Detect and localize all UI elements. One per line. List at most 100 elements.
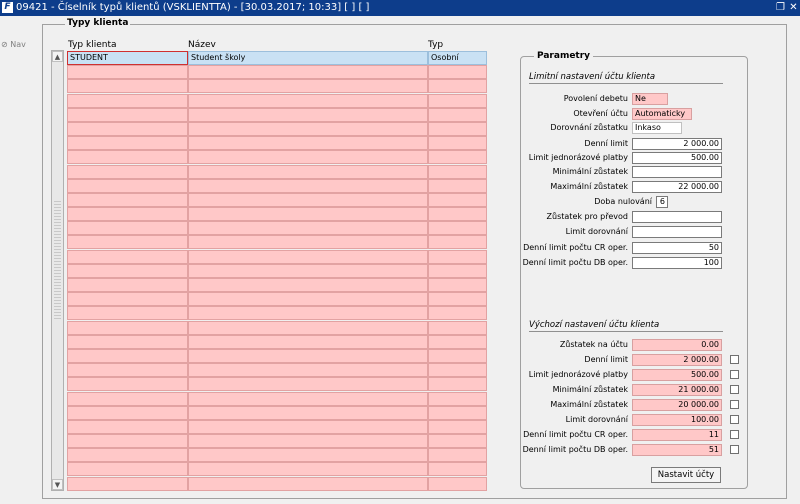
- name-cell[interactable]: [188, 178, 428, 193]
- type-code-cell[interactable]: [67, 334, 188, 349]
- table-row[interactable]: [67, 65, 487, 80]
- scroll-thumb[interactable]: [54, 201, 61, 321]
- name-cell[interactable]: [188, 419, 428, 434]
- type-cell[interactable]: [428, 235, 487, 250]
- name-cell[interactable]: [188, 405, 428, 420]
- type-code-cell[interactable]: [67, 164, 188, 179]
- table-row[interactable]: STUDENT Student školy Osobní: [67, 51, 487, 65]
- limits-field-input[interactable]: 50: [632, 242, 722, 254]
- name-cell[interactable]: [188, 192, 428, 207]
- type-cell[interactable]: [428, 391, 487, 406]
- type-cell[interactable]: [428, 462, 487, 477]
- apply-checkbox[interactable]: [730, 400, 739, 409]
- type-cell[interactable]: Osobní: [428, 51, 487, 65]
- defaults-field-input[interactable]: 0.00: [632, 339, 722, 351]
- table-row[interactable]: [67, 462, 487, 477]
- name-cell[interactable]: [188, 107, 428, 122]
- name-cell[interactable]: [188, 391, 428, 406]
- table-row[interactable]: [67, 306, 487, 321]
- name-cell[interactable]: [188, 263, 428, 278]
- type-cell[interactable]: [428, 150, 487, 165]
- table-row[interactable]: [67, 121, 487, 136]
- type-code-cell[interactable]: [67, 207, 188, 222]
- type-code-cell[interactable]: [67, 221, 188, 236]
- table-row[interactable]: [67, 263, 487, 278]
- type-code-cell[interactable]: [67, 320, 188, 335]
- type-cell[interactable]: [428, 348, 487, 363]
- type-code-cell[interactable]: [67, 292, 188, 307]
- type-cell[interactable]: [428, 306, 487, 321]
- type-code-cell[interactable]: [67, 79, 188, 94]
- type-code-cell[interactable]: [67, 178, 188, 193]
- type-cell[interactable]: [428, 221, 487, 236]
- limits-field-input[interactable]: [632, 211, 722, 223]
- table-row[interactable]: [67, 334, 487, 349]
- name-cell[interactable]: [188, 292, 428, 307]
- type-cell[interactable]: [428, 334, 487, 349]
- name-cell[interactable]: [188, 348, 428, 363]
- defaults-field-input[interactable]: 100.00: [632, 414, 722, 426]
- type-code-cell[interactable]: [67, 278, 188, 292]
- name-cell[interactable]: [188, 207, 428, 222]
- limits-field-input[interactable]: Ne: [632, 93, 668, 105]
- type-cell[interactable]: [428, 278, 487, 292]
- limits-field-input[interactable]: 500.00: [632, 152, 722, 164]
- type-code-cell[interactable]: [67, 419, 188, 434]
- table-row[interactable]: [67, 192, 487, 207]
- defaults-field-input[interactable]: 11: [632, 429, 722, 441]
- name-cell[interactable]: [188, 278, 428, 292]
- type-code-cell[interactable]: [67, 377, 188, 392]
- type-cell[interactable]: [428, 79, 487, 94]
- type-cell[interactable]: [428, 405, 487, 420]
- name-cell[interactable]: [188, 65, 428, 80]
- type-cell[interactable]: [428, 320, 487, 335]
- type-cell[interactable]: [428, 419, 487, 434]
- name-cell[interactable]: [188, 306, 428, 321]
- defaults-field-input[interactable]: 21 000.00: [632, 384, 722, 396]
- type-code-cell[interactable]: [67, 462, 188, 477]
- type-cell[interactable]: [428, 377, 487, 392]
- set-accounts-button[interactable]: Nastavit účty: [651, 467, 721, 483]
- table-row[interactable]: [67, 348, 487, 363]
- limits-field-input[interactable]: [632, 166, 722, 178]
- table-row[interactable]: [67, 221, 487, 236]
- apply-checkbox[interactable]: [730, 355, 739, 364]
- type-code-cell[interactable]: [67, 107, 188, 122]
- type-code-cell[interactable]: [67, 306, 188, 321]
- type-code-cell[interactable]: [67, 93, 188, 108]
- table-row[interactable]: [67, 278, 487, 292]
- table-row[interactable]: [67, 79, 487, 94]
- type-code-cell[interactable]: [67, 150, 188, 165]
- type-cell[interactable]: [428, 249, 487, 264]
- name-cell[interactable]: [188, 221, 428, 236]
- name-cell[interactable]: [188, 121, 428, 136]
- type-code-cell[interactable]: [67, 434, 188, 449]
- limits-field-input[interactable]: 22 000.00: [632, 181, 722, 193]
- table-row[interactable]: [67, 377, 487, 392]
- restore-icon[interactable]: ❐: [775, 0, 786, 16]
- type-code-cell[interactable]: [67, 363, 188, 378]
- table-scrollbar[interactable]: ▲ ▼: [51, 50, 64, 491]
- name-cell[interactable]: [188, 79, 428, 94]
- type-cell[interactable]: [428, 93, 487, 108]
- table-row[interactable]: [67, 249, 487, 264]
- table-row[interactable]: [67, 178, 487, 193]
- table-row[interactable]: [67, 363, 487, 378]
- type-code-cell[interactable]: [67, 235, 188, 250]
- type-cell[interactable]: [428, 434, 487, 449]
- type-cell[interactable]: [428, 178, 487, 193]
- type-code-cell[interactable]: [67, 476, 188, 491]
- name-cell[interactable]: [188, 448, 428, 463]
- table-row[interactable]: [67, 164, 487, 179]
- table-row[interactable]: [67, 150, 487, 165]
- limits-field-input[interactable]: Automaticky: [632, 108, 692, 120]
- name-cell[interactable]: [188, 150, 428, 165]
- table-row[interactable]: [67, 207, 487, 222]
- name-cell[interactable]: Student školy: [188, 51, 428, 65]
- type-cell[interactable]: [428, 136, 487, 151]
- table-row[interactable]: [67, 136, 487, 151]
- type-cell[interactable]: [428, 164, 487, 179]
- type-code-cell[interactable]: [67, 65, 188, 80]
- defaults-field-input[interactable]: 51: [632, 444, 722, 456]
- name-cell[interactable]: [188, 363, 428, 378]
